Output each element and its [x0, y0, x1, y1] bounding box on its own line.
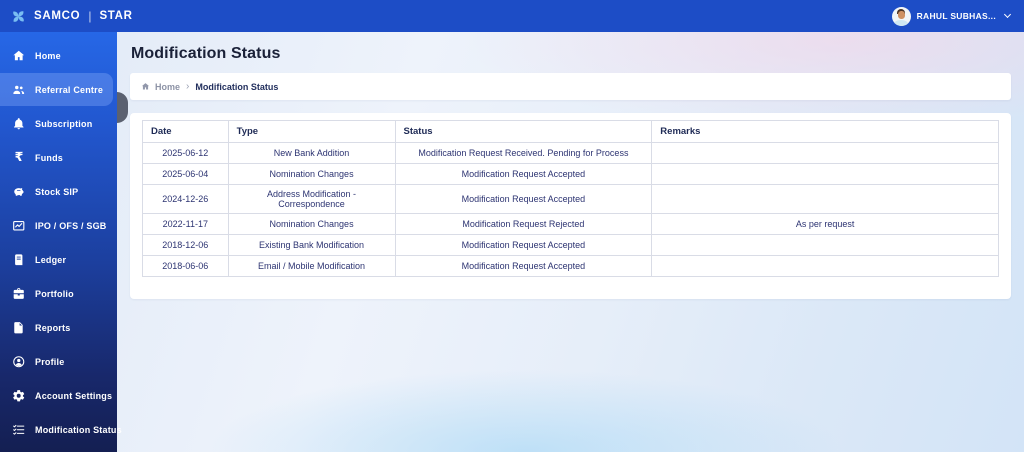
brand-product: STAR — [99, 10, 133, 22]
brand-name: SAMCO — [34, 10, 81, 22]
table-cell — [651, 184, 999, 214]
piggy-bank-icon — [12, 185, 26, 199]
sidebar-item-label: Stock SIP — [35, 186, 79, 197]
referral-centre-icon — [12, 83, 26, 97]
sidebar-item-label: Profile — [35, 356, 65, 367]
table-cell: Nomination Changes — [227, 163, 396, 185]
sidebar-item-label: Modification Status — [35, 424, 122, 435]
table-cell: 2024-12-26 — [142, 184, 229, 214]
sidebar-item-label: Ledger — [35, 254, 67, 265]
chart-icon — [12, 219, 26, 233]
sidebar-item-home[interactable]: Home — [0, 39, 113, 72]
table-row: 2018-06-06 Email / Mobile Modification Mod… — [142, 255, 999, 277]
table-cell: Modification Request Accepted — [394, 163, 653, 185]
table-cell: New Bank Addition — [227, 142, 396, 164]
sidebar-item-portfolio[interactable]: Portfolio — [0, 277, 113, 310]
sidebar-item-profile[interactable]: Profile — [0, 345, 113, 378]
sidebar-item-reports[interactable]: Reports — [0, 311, 113, 344]
modification-status-table: Date Type Status Remarks 2025-06-12 New Bank… — [142, 120, 999, 277]
brand-divider: | — [88, 9, 92, 23]
main-content: Modification Status Home › Modification … — [117, 32, 1024, 452]
chevron-down-icon — [1003, 10, 1012, 19]
breadcrumb: Home › Modification Status — [130, 73, 1011, 100]
sidebar-item-label: Account Settings — [35, 390, 113, 401]
table-row: 2024-12-26 Address Modification - Corresp… — [142, 184, 999, 214]
table-cell: Existing Bank Modification — [227, 234, 396, 256]
table-cell: Modification Request Rejected — [394, 213, 653, 235]
gear-icon — [12, 389, 26, 403]
table-cell: Modification Request Accepted — [394, 234, 653, 256]
table-cell — [651, 255, 999, 277]
sidebar-item-subscription[interactable]: Subscription — [0, 107, 113, 140]
list-check-icon — [12, 423, 26, 437]
table-cell — [651, 234, 999, 256]
table-cell: As per request — [651, 213, 999, 235]
table-cell: Address Modification - Correspondence — [227, 184, 396, 214]
sidebar-item-label: IPO / OFS / SGB — [35, 220, 107, 231]
top-bar: SAMCO | STAR RAHUL SUBHAS... — [0, 0, 1024, 32]
table-header-row: Date Type Status Remarks — [142, 120, 999, 143]
sidebar-item-label: Portfolio — [35, 288, 74, 299]
sidebar-item-ledger[interactable]: Ledger — [0, 243, 113, 276]
home-icon — [12, 49, 26, 63]
sidebar-item-label: Subscription — [35, 118, 93, 129]
table-cell: 2025-06-12 — [142, 142, 229, 164]
table-row: 2018-12-06 Existing Bank Modification Modi… — [142, 234, 999, 256]
brand-logo[interactable]: SAMCO | STAR — [9, 7, 133, 26]
table-header-cell: Type — [227, 120, 396, 143]
table-cell — [651, 163, 999, 185]
profile-icon — [12, 355, 26, 369]
table-cell: 2025-06-04 — [142, 163, 229, 185]
table-header-cell: Remarks — [651, 120, 999, 143]
sidebar-item-ipo-ofs-sgb[interactable]: IPO / OFS / SGB — [0, 209, 113, 242]
user-menu[interactable]: RAHUL SUBHAS... — [891, 6, 1012, 26]
table-cell: 2022-11-17 — [142, 213, 229, 235]
bell-icon — [12, 117, 26, 131]
breadcrumb-home-link[interactable]: Home — [141, 82, 180, 92]
modification-status-card: Date Type Status Remarks 2025-06-12 New Bank… — [130, 113, 1011, 299]
sidebar-item-account-settings[interactable]: Account Settings — [0, 379, 113, 412]
pinwheel-logo-icon — [13, 10, 24, 22]
table-cell: Modification Request Accepted — [394, 184, 653, 214]
sidebar-item-stock-sip[interactable]: Stock SIP — [0, 175, 113, 208]
home-icon — [141, 83, 150, 90]
breadcrumb-home-label: Home — [155, 81, 181, 92]
table-row: 2022-11-17 Nomination Changes Modification… — [142, 213, 999, 235]
user-name: RAHUL SUBHAS... — [916, 11, 996, 21]
sidebar-item-modification-status[interactable]: Modification Status — [0, 413, 122, 446]
sidebar-item-label: Referral Centre — [35, 84, 104, 95]
avatar — [891, 6, 911, 26]
rupee-icon: ₹ — [14, 149, 24, 165]
sidebar-item-funds[interactable]: ₹ Funds — [0, 141, 113, 174]
table-header-cell: Status — [394, 120, 653, 143]
sidebar-item-label: Home — [35, 50, 61, 61]
breadcrumb-current: Modification Status — [195, 81, 279, 92]
table-cell: 2018-06-06 — [142, 255, 229, 277]
table-cell — [651, 142, 999, 164]
table-header-cell: Date — [142, 120, 229, 143]
page-title: Modification Status — [131, 45, 281, 62]
briefcase-icon — [12, 287, 26, 301]
sidebar-item-referral-centre[interactable]: Referral Centre — [0, 73, 113, 106]
sidebar-item-label: Funds — [35, 152, 63, 163]
breadcrumb-separator: › — [186, 80, 190, 92]
table-cell: Modification Request Accepted — [394, 255, 653, 277]
ledger-icon — [12, 253, 26, 267]
sidebar-item-label: Reports — [35, 322, 71, 333]
table-row: 2025-06-04 Nomination Changes Modification… — [142, 163, 999, 185]
table-cell: Modification Request Received. Pending f… — [394, 142, 653, 164]
table-cell: Nomination Changes — [227, 213, 396, 235]
report-icon — [12, 321, 26, 335]
table-cell: 2018-12-06 — [142, 234, 229, 256]
table-row: 2025-06-12 New Bank Addition Modification … — [142, 142, 999, 164]
sidebar: Home Referral Centre Subscription ₹ Funds Sto… — [0, 32, 122, 452]
table-cell: Email / Mobile Modification — [227, 255, 396, 277]
